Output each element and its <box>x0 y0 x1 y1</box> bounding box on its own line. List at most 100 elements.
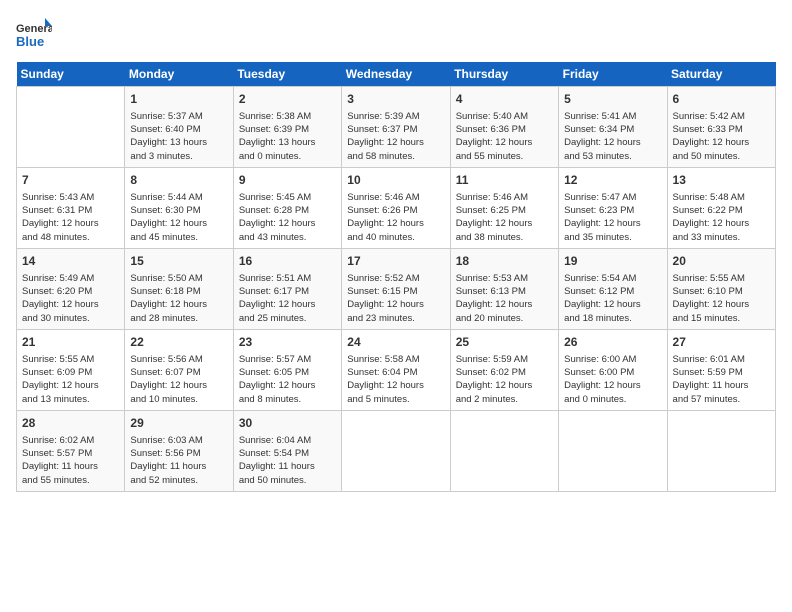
calendar-cell: 9 Sunrise: 5:45 AM Sunset: 6:28 PM Daylig… <box>233 167 341 248</box>
day-number: 24 <box>347 334 444 351</box>
day-number: 17 <box>347 253 444 270</box>
calendar-cell <box>667 410 775 491</box>
col-header-monday: Monday <box>125 62 233 87</box>
calendar-cell <box>17 87 125 168</box>
col-header-tuesday: Tuesday <box>233 62 341 87</box>
calendar-cell: 24 Sunrise: 5:58 AM Sunset: 6:04 PM Dayli… <box>342 329 450 410</box>
day-content: Sunrise: 5:39 AM Sunset: 6:37 PM Dayligh… <box>347 110 444 163</box>
day-content: Sunrise: 5:41 AM Sunset: 6:34 PM Dayligh… <box>564 110 661 163</box>
day-content: Sunrise: 5:45 AM Sunset: 6:28 PM Dayligh… <box>239 191 336 244</box>
week-row-2: 7 Sunrise: 5:43 AM Sunset: 6:31 PM Daylig… <box>17 167 776 248</box>
calendar-cell: 28 Sunrise: 6:02 AM Sunset: 5:57 PM Dayli… <box>17 410 125 491</box>
day-number: 11 <box>456 172 553 189</box>
day-content: Sunrise: 6:01 AM Sunset: 5:59 PM Dayligh… <box>673 353 770 406</box>
day-number: 16 <box>239 253 336 270</box>
calendar-cell <box>559 410 667 491</box>
day-number: 5 <box>564 91 661 108</box>
calendar-cell: 20 Sunrise: 5:55 AM Sunset: 6:10 PM Dayli… <box>667 248 775 329</box>
day-content: Sunrise: 5:58 AM Sunset: 6:04 PM Dayligh… <box>347 353 444 406</box>
day-content: Sunrise: 6:02 AM Sunset: 5:57 PM Dayligh… <box>22 434 119 487</box>
calendar-cell: 22 Sunrise: 5:56 AM Sunset: 6:07 PM Dayli… <box>125 329 233 410</box>
logo-graphic: General Blue <box>16 16 52 52</box>
calendar-cell: 21 Sunrise: 5:55 AM Sunset: 6:09 PM Dayli… <box>17 329 125 410</box>
calendar-cell: 26 Sunrise: 6:00 AM Sunset: 6:00 PM Dayli… <box>559 329 667 410</box>
day-number: 22 <box>130 334 227 351</box>
calendar-cell: 18Sunrise: 5:53 AM Sunset: 6:13 PM Dayli… <box>450 248 558 329</box>
day-number: 25 <box>456 334 553 351</box>
day-number: 27 <box>673 334 770 351</box>
calendar-cell: 4 Sunrise: 5:40 AM Sunset: 6:36 PM Daylig… <box>450 87 558 168</box>
day-number: 4 <box>456 91 553 108</box>
day-content: Sunrise: 5:38 AM Sunset: 6:39 PM Dayligh… <box>239 110 336 163</box>
calendar-cell: 5 Sunrise: 5:41 AM Sunset: 6:34 PM Daylig… <box>559 87 667 168</box>
day-number: 6 <box>673 91 770 108</box>
day-content: Sunrise: 5:51 AM Sunset: 6:17 PM Dayligh… <box>239 272 336 325</box>
day-content: Sunrise: 5:59 AM Sunset: 6:02 PM Dayligh… <box>456 353 553 406</box>
day-number: 15 <box>130 253 227 270</box>
day-content: Sunrise: 5:49 AM Sunset: 6:20 PM Dayligh… <box>22 272 119 325</box>
day-content: Sunrise: 5:55 AM Sunset: 6:09 PM Dayligh… <box>22 353 119 406</box>
day-number: 12 <box>564 172 661 189</box>
calendar-cell: 16 Sunrise: 5:51 AM Sunset: 6:17 PM Dayli… <box>233 248 341 329</box>
day-content: Sunrise: 5:44 AM Sunset: 6:30 PM Dayligh… <box>130 191 227 244</box>
day-number: 7 <box>22 172 119 189</box>
day-content: Sunrise: 5:56 AM Sunset: 6:07 PM Dayligh… <box>130 353 227 406</box>
svg-text:Blue: Blue <box>16 34 44 49</box>
day-content: Sunrise: 5:54 AM Sunset: 6:12 PM Dayligh… <box>564 272 661 325</box>
day-content: Sunrise: 5:40 AM Sunset: 6:36 PM Dayligh… <box>456 110 553 163</box>
calendar-cell: 15 Sunrise: 5:50 AM Sunset: 6:18 PM Dayli… <box>125 248 233 329</box>
calendar-cell: 23Sunrise: 5:57 AM Sunset: 6:05 PM Dayli… <box>233 329 341 410</box>
day-number: 20 <box>673 253 770 270</box>
day-number: 3 <box>347 91 444 108</box>
day-number: 2 <box>239 91 336 108</box>
day-content: Sunrise: 5:57 AM Sunset: 6:05 PM Dayligh… <box>239 353 336 406</box>
col-header-friday: Friday <box>559 62 667 87</box>
day-number: 9 <box>239 172 336 189</box>
calendar-cell: 14 Sunrise: 5:49 AM Sunset: 6:20 PM Dayli… <box>17 248 125 329</box>
calendar-cell: 30Sunrise: 6:04 AM Sunset: 5:54 PM Dayli… <box>233 410 341 491</box>
day-number: 13 <box>673 172 770 189</box>
logo-container: General Blue <box>16 16 52 52</box>
col-header-thursday: Thursday <box>450 62 558 87</box>
calendar-cell: 10 Sunrise: 5:46 AM Sunset: 6:26 PM Dayli… <box>342 167 450 248</box>
calendar-cell <box>342 410 450 491</box>
day-number: 29 <box>130 415 227 432</box>
day-number: 19 <box>564 253 661 270</box>
day-number: 21 <box>22 334 119 351</box>
calendar-cell: 12 Sunrise: 5:47 AM Sunset: 6:23 PM Dayli… <box>559 167 667 248</box>
day-content: Sunrise: 5:43 AM Sunset: 6:31 PM Dayligh… <box>22 191 119 244</box>
day-number: 30 <box>239 415 336 432</box>
calendar-cell: 2 Sunrise: 5:38 AM Sunset: 6:39 PM Daylig… <box>233 87 341 168</box>
day-number: 28 <box>22 415 119 432</box>
col-header-saturday: Saturday <box>667 62 775 87</box>
day-content: Sunrise: 5:46 AM Sunset: 6:26 PM Dayligh… <box>347 191 444 244</box>
calendar-cell: 8 Sunrise: 5:44 AM Sunset: 6:30 PM Daylig… <box>125 167 233 248</box>
calendar-cell: 1Sunrise: 5:37 AM Sunset: 6:40 PM Daylig… <box>125 87 233 168</box>
week-row-5: 28 Sunrise: 6:02 AM Sunset: 5:57 PM Dayli… <box>17 410 776 491</box>
logo: General Blue <box>16 16 52 52</box>
day-content: Sunrise: 5:50 AM Sunset: 6:18 PM Dayligh… <box>130 272 227 325</box>
week-row-1: 1Sunrise: 5:37 AM Sunset: 6:40 PM Daylig… <box>17 87 776 168</box>
day-number: 14 <box>22 253 119 270</box>
week-row-3: 14 Sunrise: 5:49 AM Sunset: 6:20 PM Dayli… <box>17 248 776 329</box>
day-content: Sunrise: 5:52 AM Sunset: 6:15 PM Dayligh… <box>347 272 444 325</box>
calendar-cell: 17 Sunrise: 5:52 AM Sunset: 6:15 PM Dayli… <box>342 248 450 329</box>
calendar-table: SundayMondayTuesdayWednesdayThursdayFrid… <box>16 62 776 492</box>
calendar-cell: 7 Sunrise: 5:43 AM Sunset: 6:31 PM Daylig… <box>17 167 125 248</box>
day-number: 26 <box>564 334 661 351</box>
calendar-cell: 3 Sunrise: 5:39 AM Sunset: 6:37 PM Daylig… <box>342 87 450 168</box>
day-content: Sunrise: 5:42 AM Sunset: 6:33 PM Dayligh… <box>673 110 770 163</box>
day-content: Sunrise: 5:37 AM Sunset: 6:40 PM Dayligh… <box>130 110 227 163</box>
day-content: Sunrise: 5:47 AM Sunset: 6:23 PM Dayligh… <box>564 191 661 244</box>
calendar-cell: 27 Sunrise: 6:01 AM Sunset: 5:59 PM Dayli… <box>667 329 775 410</box>
page-header: General Blue <box>16 16 776 52</box>
day-content: Sunrise: 5:53 AM Sunset: 6:13 PM Dayligh… <box>456 272 553 325</box>
day-content: Sunrise: 5:46 AM Sunset: 6:25 PM Dayligh… <box>456 191 553 244</box>
calendar-cell <box>450 410 558 491</box>
week-row-4: 21 Sunrise: 5:55 AM Sunset: 6:09 PM Dayli… <box>17 329 776 410</box>
day-number: 8 <box>130 172 227 189</box>
day-number: 10 <box>347 172 444 189</box>
calendar-cell: 13Sunrise: 5:48 AM Sunset: 6:22 PM Dayli… <box>667 167 775 248</box>
day-content: Sunrise: 6:00 AM Sunset: 6:00 PM Dayligh… <box>564 353 661 406</box>
day-content: Sunrise: 5:55 AM Sunset: 6:10 PM Dayligh… <box>673 272 770 325</box>
